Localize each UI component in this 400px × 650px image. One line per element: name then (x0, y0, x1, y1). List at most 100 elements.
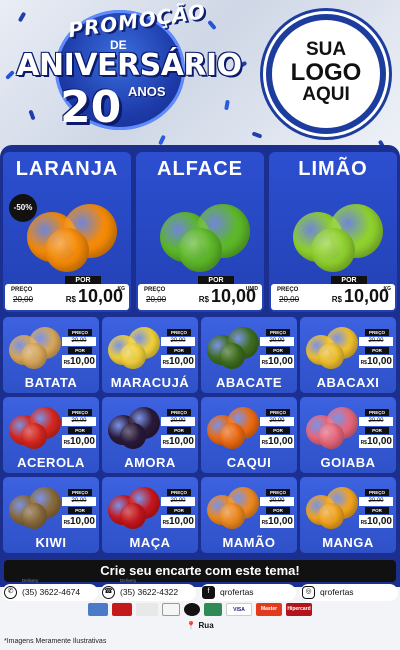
preco-label: PREÇO (68, 489, 92, 496)
product-name: MANGA (322, 535, 374, 550)
new-price: R$10,00 (260, 435, 294, 448)
por-label: POR (266, 427, 290, 434)
contact-facebook[interactable]: f qrofertas (200, 584, 296, 601)
currency-label: R$ (65, 295, 76, 304)
old-price: 20,00 (359, 337, 393, 346)
por-label: POR (266, 347, 290, 354)
logo-line1: SUA (305, 39, 347, 60)
old-price: 20,00 (260, 417, 294, 426)
contact-sub-label: Delivery (120, 578, 137, 583)
new-price: R$10,00 (62, 355, 96, 368)
fruit-shape (120, 423, 146, 449)
logo-placeholder: SUA LOGO AQUI (266, 14, 386, 134)
product-image (106, 483, 162, 529)
product-card[interactable]: PREÇO 20,00 POR R$10,00 MARACUJÁ (102, 317, 198, 393)
product-card[interactable]: PREÇO 20,00 POR R$10,00 KIWI (3, 477, 99, 553)
product-card[interactable]: PREÇO 20,00 POR R$10,00 MAÇA (102, 477, 198, 553)
contact-instagram[interactable]: ◎ qrofertas (300, 584, 398, 601)
product-card[interactable]: PREÇO 20,00 POR R$10,00 GOIABA (300, 397, 396, 473)
product-card[interactable]: PREÇO 20,00 POR R$10,00 ACEROLA (3, 397, 99, 473)
preco-label: PREÇO (266, 409, 290, 416)
preco-label: PREÇO (277, 287, 299, 293)
contact-phone[interactable]: ☎ Delivery (35) 3622-4322 (100, 578, 196, 601)
product-card[interactable]: PREÇO 20,00 POR R$10,00 MANGA (300, 477, 396, 553)
preco-label: PREÇO (365, 329, 389, 336)
product-image (7, 403, 63, 449)
new-price-value: 10,00 (69, 436, 95, 447)
new-price: R$10,00 (161, 515, 195, 528)
price-box: PREÇO 20,00 POR R$10,00 (260, 489, 294, 531)
product-name: ACEROLA (17, 455, 85, 470)
product-image (150, 188, 250, 272)
address-text: Rua (198, 621, 214, 630)
preco-label: PREÇO (68, 329, 92, 336)
payment-methods: VISA Master Hipercard (84, 603, 316, 618)
old-price: 20,00 (359, 497, 393, 506)
product-name: MAÇA (129, 535, 171, 550)
contact-whatsapp[interactable]: ✆ Delivery (35) 3622-4674 (2, 578, 98, 601)
logo-line3: AQUI (302, 84, 350, 106)
new-price: R$10,00 (260, 515, 294, 528)
product-card[interactable]: PREÇO 20,00 POR R$10,00 CAQUI (201, 397, 297, 473)
product-name: MARACUJÁ (110, 375, 190, 390)
new-price: R$10,00 (161, 355, 195, 368)
por-label: POR (167, 507, 191, 514)
old-price: 20,00 (161, 497, 195, 506)
product-image (304, 323, 360, 369)
price-box: PREÇO 20,00 R$ 10,00 KG (5, 284, 129, 310)
price-box: PREÇO 20,00 POR R$10,00 (62, 409, 96, 451)
old-price: 20,00 (359, 417, 393, 426)
product-card[interactable]: PREÇO 20,00 POR R$10,00 MAMÃO (201, 477, 297, 553)
product-card[interactable]: PREÇO 20,00 POR R$10,00 ABACAXI (300, 317, 396, 393)
currency-label: R$ (198, 295, 209, 304)
new-price: R$10,00 (359, 355, 393, 368)
confetti (224, 99, 230, 111)
product-card[interactable]: PREÇO 20,00 POR R$10,00 BATATA (3, 317, 99, 393)
price-box: PREÇO 20,00 POR R$10,00 (359, 409, 393, 451)
unit-label: KG (383, 286, 392, 292)
new-price-value: 10,00 (366, 516, 392, 527)
product-card[interactable]: PREÇO 20,00 POR R$10,00 ABACATE (201, 317, 297, 393)
product-image (304, 483, 360, 529)
new-price: R$10,00 (359, 515, 393, 528)
fruit-shape (21, 423, 47, 449)
featured-card[interactable]: ALFACE POR PREÇO 20,00 R$ 10,00 UNID (136, 152, 264, 312)
featured-card[interactable]: LIMÃO POR PREÇO 20,00 R$ 10,00 KG (269, 152, 397, 312)
new-price-value: 10,00 (343, 286, 389, 306)
price-box: PREÇO 20,00 POR R$10,00 (62, 329, 96, 371)
unit-label: UNID (245, 286, 258, 292)
product-name: ABACATE (215, 375, 283, 390)
instagram-icon: ◎ (302, 586, 315, 599)
promo-number: 20 (60, 82, 122, 133)
old-price: 20,00 (260, 337, 294, 346)
preco-label: PREÇO (365, 489, 389, 496)
contact-sub-label: Delivery (22, 578, 39, 583)
featured-name: LIMÃO (298, 158, 368, 180)
preco-label: PREÇO (365, 409, 389, 416)
contact-facebook-handle: qrofertas (220, 587, 254, 597)
product-name: KIWI (35, 535, 67, 550)
hipercard-icon: Hipercard (286, 603, 312, 616)
price-box: PREÇO 20,00 POR R$10,00 (260, 329, 294, 371)
fruit-shape (318, 423, 344, 449)
product-image (7, 483, 63, 529)
new-price: R$10,00 (66, 286, 123, 307)
old-price: 20,00 (161, 337, 195, 346)
product-name: AMORA (124, 455, 176, 470)
confetti (28, 109, 36, 121)
preco-label: PREÇO (68, 409, 92, 416)
por-label: POR (68, 347, 92, 354)
new-price-value: 10,00 (267, 356, 293, 367)
old-price: 20,00 (260, 497, 294, 506)
ticket-icon (162, 603, 180, 616)
por-label: POR (266, 507, 290, 514)
old-price: 20,00 (161, 417, 195, 426)
featured-card[interactable]: LARANJA -50% POR PREÇO 20,00 R$ 10,00 KG (3, 152, 131, 312)
por-label: POR (167, 427, 191, 434)
product-image (106, 323, 162, 369)
fruit-shape (45, 228, 89, 272)
new-price-value: 10,00 (69, 356, 95, 367)
create-flyer-button[interactable]: Crie seu encarte com este tema! (4, 560, 396, 582)
product-card[interactable]: PREÇO 20,00 POR R$10,00 AMORA (102, 397, 198, 473)
product-image (283, 188, 383, 272)
